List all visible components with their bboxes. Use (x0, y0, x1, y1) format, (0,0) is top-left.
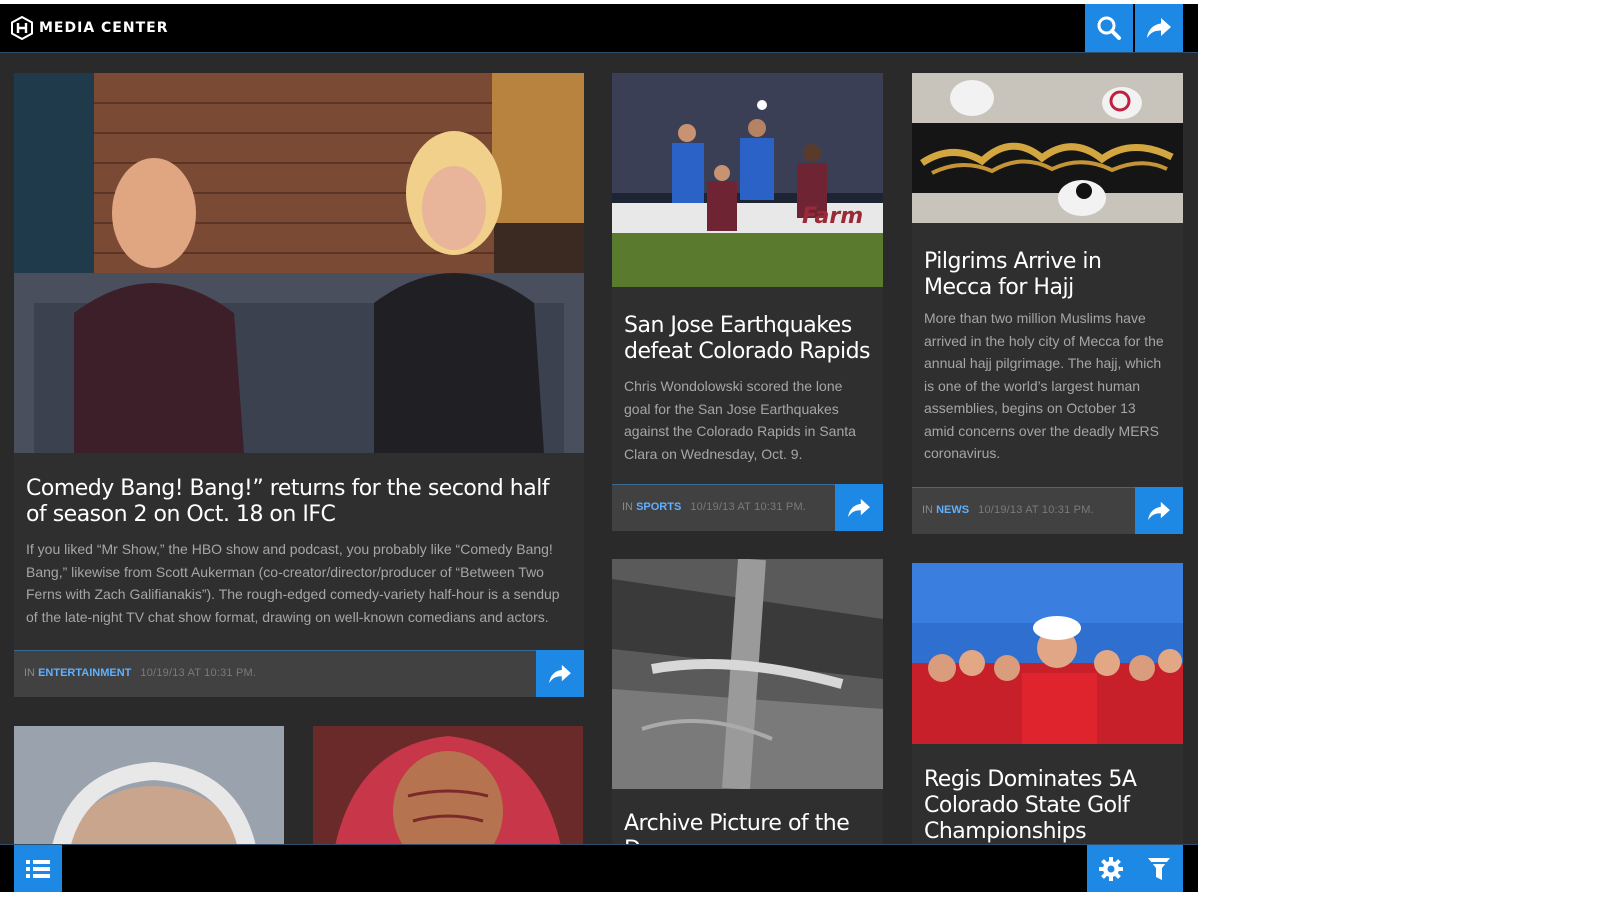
article-summary: If you liked “Mr Show,” the HBO show and… (26, 541, 560, 625)
media-center-app: MEDIA CENTER Comedy Bang! Bang!” returns… (0, 4, 1198, 892)
article-meta-info: IN SPORTS 10/19/13 AT 10:31 PM. (622, 501, 806, 513)
share-icon (549, 664, 571, 684)
search-icon (1097, 16, 1121, 40)
category-link[interactable]: NEWS (936, 504, 969, 516)
article-summary: More than two million Muslims have arriv… (924, 310, 1164, 461)
category-prefix: IN (922, 504, 933, 516)
article-meta-info: IN NEWS 10/19/13 AT 10:31 PM. (922, 504, 1094, 516)
category-prefix: IN (622, 501, 633, 513)
article-meta-info: IN ENTERTAINMENT 10/19/13 AT 10:31 PM. (24, 667, 256, 679)
article-meta-bar: IN ENTERTAINMENT 10/19/13 AT 10:31 PM. (14, 650, 584, 697)
list-view-button[interactable] (14, 845, 62, 892)
comedy-show-photo (14, 73, 584, 453)
svg-text:Farm: Farm (802, 204, 863, 229)
article-card-golf[interactable]: Regis Dominates 5A Colorado State Golf C… (912, 563, 1183, 863)
article-title[interactable]: San Jose Earthquakes defeat Colorado Rap… (624, 313, 871, 365)
article-image-golf[interactable] (912, 563, 1183, 744)
article-image-comedy-show[interactable] (14, 73, 584, 453)
list-icon (26, 860, 50, 878)
article-date: 10/19/13 AT 10:31 PM. (140, 667, 257, 679)
search-button[interactable] (1085, 4, 1133, 52)
woman-portrait-photo (313, 726, 583, 856)
golf-team-photo (912, 563, 1183, 744)
article-card-entertainment[interactable]: Comedy Bang! Bang!” returns for the seco… (14, 73, 584, 697)
article-image-mecca[interactable] (912, 73, 1183, 223)
category-link[interactable]: ENTERTAINMENT (38, 667, 131, 679)
filter-button[interactable] (1135, 845, 1183, 892)
soccer-match-photo: Farm (612, 73, 883, 287)
article-summary: Chris Wondolowski scored the lone goal f… (624, 378, 856, 462)
share-icon (1148, 501, 1170, 521)
article-meta-bar: IN SPORTS 10/19/13 AT 10:31 PM. (612, 484, 883, 531)
app-title: MEDIA CENTER (39, 20, 169, 36)
article-card-portrait-2[interactable] (313, 726, 583, 856)
article-share-button[interactable] (1135, 487, 1183, 534)
app-logo[interactable]: MEDIA CENTER (11, 16, 168, 40)
logo-hexagon-icon (11, 16, 33, 40)
article-meta-bar: IN NEWS 10/19/13 AT 10:31 PM. (912, 487, 1183, 534)
article-card-news[interactable]: Pilgrims Arrive in Mecca for Hajj More t… (912, 73, 1183, 534)
article-card-archive[interactable]: Archive Picture of the D (612, 559, 883, 859)
article-title[interactable]: Pilgrims Arrive in Mecca for Hajj (924, 249, 1171, 301)
portrait-photo (14, 726, 284, 856)
share-button[interactable] (1135, 4, 1183, 52)
category-link[interactable]: SPORTS (636, 501, 681, 513)
category-prefix: IN (24, 667, 35, 679)
bottom-bar (0, 844, 1198, 892)
article-image-archive[interactable] (612, 559, 883, 789)
share-icon (848, 498, 870, 518)
article-title[interactable]: Regis Dominates 5A Colorado State Golf C… (924, 767, 1171, 845)
share-icon (1147, 18, 1171, 38)
article-card-portrait-1[interactable] (14, 726, 284, 856)
article-share-button[interactable] (536, 650, 584, 697)
mecca-kaaba-photo (912, 73, 1183, 223)
article-title[interactable]: Comedy Bang! Bang!” returns for the seco… (26, 476, 572, 528)
settings-button[interactable] (1087, 845, 1135, 892)
article-card-sports[interactable]: Farm San Jose Earthquakes defeat Colorad… (612, 73, 883, 531)
article-image-soccer[interactable]: Farm (612, 73, 883, 287)
gear-icon (1099, 857, 1123, 881)
archive-aerial-photo (612, 559, 883, 789)
article-date: 10/19/13 AT 10:31 PM. (690, 501, 807, 513)
top-bar: MEDIA CENTER (0, 4, 1198, 53)
article-date: 10/19/13 AT 10:31 PM. (978, 504, 1094, 516)
filter-icon (1148, 858, 1170, 880)
article-share-button[interactable] (835, 484, 883, 531)
